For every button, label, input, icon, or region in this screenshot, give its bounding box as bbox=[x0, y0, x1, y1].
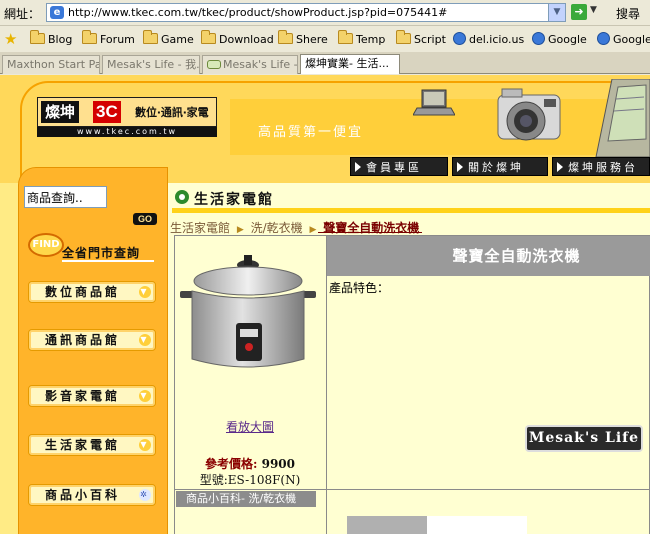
tab-site-icon bbox=[207, 60, 221, 69]
chevron-down-icon: ▼ bbox=[139, 439, 151, 451]
go-dropdown-icon[interactable]: ▼ bbox=[590, 5, 597, 15]
logo-3c-text: 3C bbox=[93, 101, 121, 123]
sidebar-item-digital[interactable]: 數位商品館 ▼ bbox=[28, 281, 156, 303]
view-enlarged-link[interactable]: 看放大圖 bbox=[174, 418, 326, 435]
breadcrumb-arrow-icon: ▶ bbox=[309, 225, 317, 235]
store-query-divider bbox=[62, 260, 154, 262]
nav-member-area[interactable]: 會員專區 bbox=[350, 157, 448, 176]
favorite-game[interactable]: Game bbox=[143, 30, 194, 49]
nav-about[interactable]: 關於燦坤 bbox=[452, 157, 548, 176]
tab-mesak-life-1[interactable]: Mesak's Life - 我... bbox=[102, 55, 200, 74]
reference-price: 參考價格: 9900 bbox=[204, 457, 296, 471]
play-triangle-icon bbox=[557, 162, 563, 172]
folder-icon bbox=[82, 30, 97, 44]
product-table-row-divider bbox=[174, 489, 650, 490]
play-triangle-icon bbox=[355, 162, 361, 172]
nav-service-desk[interactable]: 燦坤服務台 bbox=[552, 157, 650, 176]
model-number: 型號:ES-108F(N) bbox=[199, 473, 301, 487]
folder-icon bbox=[201, 30, 216, 44]
go-arrow-icon[interactable]: ➜ bbox=[571, 4, 587, 20]
favorite-download[interactable]: Download bbox=[201, 30, 274, 49]
store-query-link[interactable]: FIND 全省門市查詢 bbox=[28, 231, 154, 263]
play-triangle-icon bbox=[457, 162, 463, 172]
breadcrumb-home-appliance[interactable]: 生活家電館 bbox=[170, 221, 230, 235]
favorite-blog[interactable]: Blog bbox=[30, 30, 72, 49]
logo-main-text: 燦坤 bbox=[41, 101, 80, 123]
gear-icon: ✲ bbox=[139, 489, 151, 501]
address-dropdown-icon[interactable]: ▼ bbox=[548, 3, 566, 22]
favorite-script[interactable]: Script bbox=[396, 30, 446, 49]
breadcrumb-arrow-icon: ▶ bbox=[236, 225, 244, 235]
favorites-bar: ★ Blog Forum Game Download Shere Temp Sc… bbox=[0, 27, 650, 52]
site-logo[interactable]: 燦坤 3C 數位‧通訊‧家電 bbox=[37, 97, 217, 127]
tab-tkec-active[interactable]: 燦坤實業- 生活... bbox=[300, 54, 400, 74]
category-divider bbox=[172, 208, 650, 213]
placeholder-block bbox=[347, 516, 427, 534]
chevron-down-icon: ▼ bbox=[139, 334, 151, 346]
product-search-input[interactable] bbox=[24, 186, 107, 208]
category-title: 生活家電館 bbox=[172, 188, 318, 208]
page-favicon-icon: e bbox=[50, 6, 64, 19]
sidebar-item-communication[interactable]: 通訊商品館 ▼ bbox=[28, 329, 156, 351]
favorite-forum[interactable]: Forum bbox=[82, 30, 135, 49]
sidebar-item-product-wiki[interactable]: 商品小百科 ✲ bbox=[28, 484, 156, 506]
page-icon bbox=[532, 32, 545, 45]
page-icon bbox=[597, 32, 610, 45]
folder-icon bbox=[30, 30, 45, 44]
pda-image bbox=[595, 79, 650, 158]
favorites-star-icon[interactable]: ★ bbox=[4, 30, 17, 48]
breadcrumb-underline bbox=[318, 232, 422, 233]
address-url: http://www.tkec.com.tw/tkec/product/show… bbox=[68, 6, 448, 19]
category-bullet-icon bbox=[175, 190, 189, 204]
logo-subtitle: 數位‧通訊‧家電 bbox=[135, 106, 209, 119]
header-slogan: 高品質第一便宜 bbox=[258, 125, 364, 140]
address-bar: 網址： e http://www.tkec.com.tw/tkec/produc… bbox=[0, 0, 650, 26]
folder-icon bbox=[396, 30, 411, 44]
folder-icon bbox=[278, 30, 293, 44]
logo-url: www.tkec.com.tw bbox=[37, 127, 217, 137]
chevron-down-icon: ▼ bbox=[139, 286, 151, 298]
breadcrumb-washer-dryer[interactable]: 洗/乾衣機 bbox=[251, 221, 303, 235]
price-value: 9900 bbox=[261, 457, 296, 471]
chevron-down-icon: ▼ bbox=[139, 390, 151, 402]
sidebar-item-home-appliance[interactable]: 生活家電館 ▼ bbox=[28, 434, 156, 456]
tab-maxthon-start[interactable]: Maxthon Start Page bbox=[2, 55, 100, 74]
favorite-google-1[interactable]: Google bbox=[532, 31, 587, 49]
breadcrumb: 生活家電館 ▶ 洗/乾衣機 ▶ 聲寶全自動洗衣機 bbox=[170, 219, 419, 236]
product-title-bar: 聲寶全自動洗衣機 bbox=[327, 236, 650, 276]
tab-bar: Maxthon Start Page Mesak's Life - 我... M… bbox=[0, 52, 650, 74]
favorite-temp[interactable]: Temp bbox=[338, 30, 385, 49]
address-label: 網址： bbox=[4, 7, 41, 21]
camera-image bbox=[497, 88, 561, 141]
favorite-delicious[interactable]: del.icio.us bbox=[453, 31, 524, 49]
web-page: 燦坤 3C 數位‧通訊‧家電 www.tkec.com.tw 高品質第一便宜 會 bbox=[0, 75, 650, 534]
folder-icon bbox=[143, 30, 158, 44]
watermark-logo: Mesak's Life bbox=[525, 425, 643, 452]
address-input[interactable]: e http://www.tkec.com.tw/tkec/product/sh… bbox=[46, 3, 566, 22]
find-bubble-icon: FIND bbox=[28, 233, 64, 257]
product-features-label: 產品特色： bbox=[329, 281, 390, 295]
search-label[interactable]: 搜尋 bbox=[616, 5, 640, 22]
go-button[interactable]: GO bbox=[133, 213, 157, 225]
folder-icon bbox=[338, 30, 353, 44]
product-wiki-bar: 商品小百科- 洗/乾衣機 bbox=[176, 491, 316, 507]
product-title: 聲寶全自動洗衣機 bbox=[452, 247, 581, 265]
placeholder-block bbox=[427, 516, 527, 534]
top-navigation: 會員專區 關於燦坤 燦坤服務台 bbox=[350, 157, 650, 176]
sidebar-item-av-appliance[interactable]: 影音家電館 ▼ bbox=[28, 385, 156, 407]
product-image[interactable] bbox=[176, 247, 326, 377]
favorite-google-2[interactable]: Google bbox=[597, 31, 650, 49]
page-icon bbox=[453, 32, 466, 45]
tab-mesak-life-2[interactable]: Mesak's Life - ... bbox=[202, 55, 298, 74]
laptop-image bbox=[413, 89, 455, 116]
store-query-label: 全省門市查詢 bbox=[62, 246, 141, 260]
favorite-shere[interactable]: Shere bbox=[278, 30, 328, 49]
